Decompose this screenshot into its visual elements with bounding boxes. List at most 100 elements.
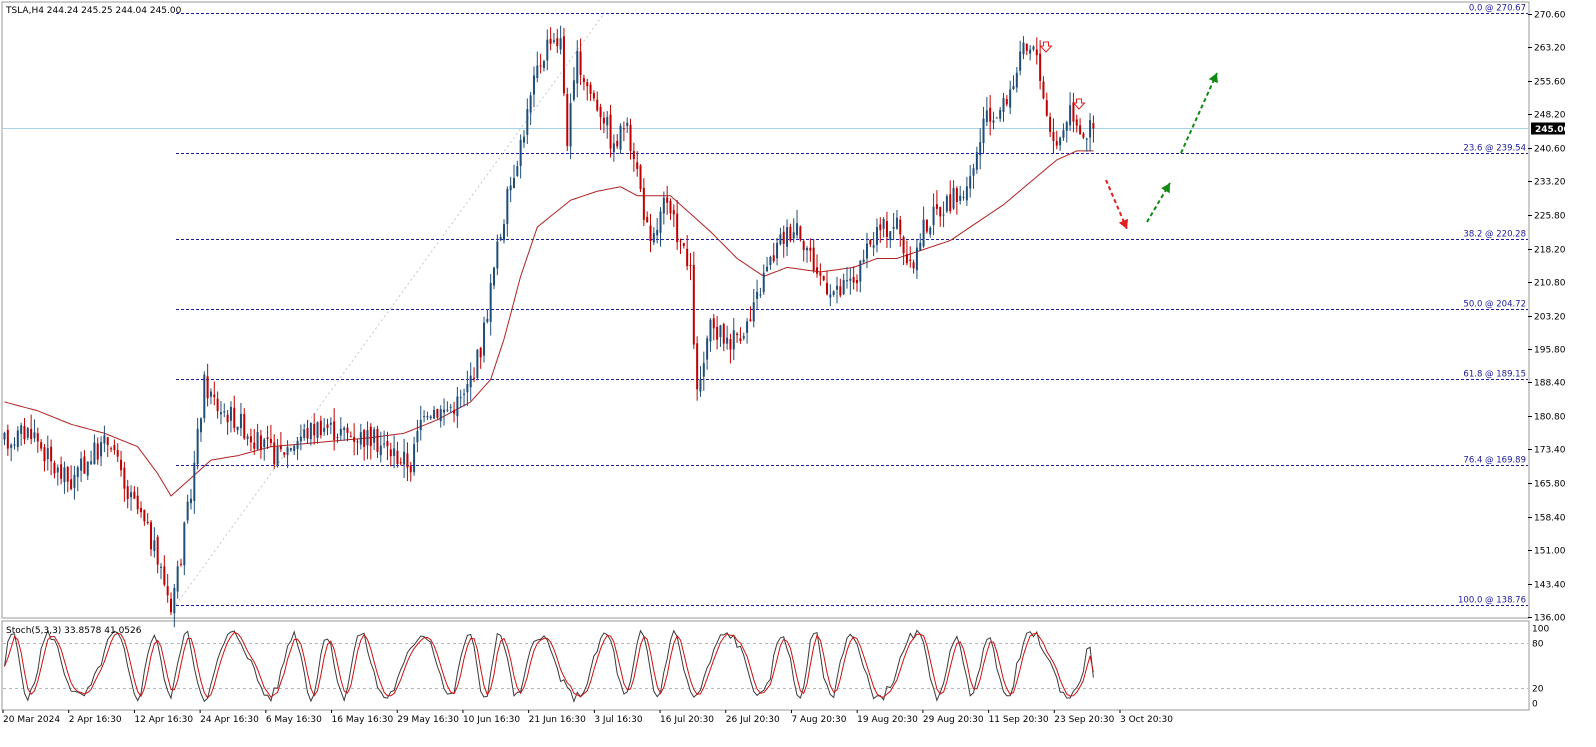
candle-body <box>686 248 689 267</box>
candle-body <box>1035 49 1038 56</box>
candle-body <box>532 75 535 95</box>
candle-body <box>463 393 466 395</box>
candle-body <box>243 414 246 439</box>
fib-level-label: 38.2 @ 220.28 <box>1463 230 1526 240</box>
candle-body <box>556 38 559 47</box>
candle-body <box>909 259 912 262</box>
candle-body <box>319 420 322 436</box>
candle-body <box>70 479 73 489</box>
candle-body <box>1015 72 1018 88</box>
candle-body <box>489 282 492 322</box>
candle-body <box>682 243 685 246</box>
candle-body <box>113 445 116 451</box>
candle-body <box>959 195 962 201</box>
candle-body <box>582 78 585 83</box>
candle <box>619 123 622 154</box>
candle-body <box>156 536 159 565</box>
candle-body <box>269 438 272 444</box>
candle-body <box>1032 46 1035 50</box>
candle-body <box>519 139 522 166</box>
stoch-tick-label: 20 <box>1532 685 1544 695</box>
time-tick-label: 29 May 16:30 <box>397 715 459 725</box>
candle-body <box>952 187 955 209</box>
candle-body <box>742 336 745 339</box>
candle-body <box>179 563 182 565</box>
candle-body <box>992 120 995 123</box>
candle-body <box>759 294 762 296</box>
candle-body <box>246 436 249 439</box>
candle-body <box>229 406 232 421</box>
candle-body <box>56 467 59 473</box>
candle-body <box>516 166 519 176</box>
candle-body <box>539 65 542 67</box>
candle-body <box>276 446 279 467</box>
candle-body <box>699 379 702 392</box>
candle-body <box>772 255 775 262</box>
candle <box>799 225 802 242</box>
candle-body <box>1062 130 1065 138</box>
candle-body <box>506 188 509 224</box>
candle-body <box>1082 133 1085 138</box>
candle-body <box>316 422 319 438</box>
candle-body <box>792 232 795 239</box>
price-tick-label: 188.40 <box>1534 379 1566 389</box>
candle-body <box>939 206 942 217</box>
time-tick-label: 21 Jun 16:30 <box>529 715 586 725</box>
candle-body <box>66 467 69 482</box>
candle-body <box>329 422 332 425</box>
candle-body <box>975 152 978 170</box>
candle-body <box>616 140 619 147</box>
candle <box>562 28 565 97</box>
candle-body <box>712 318 715 329</box>
candle-body <box>1079 125 1082 135</box>
candle-body <box>359 432 362 445</box>
candle-body <box>689 265 692 267</box>
candle-body <box>812 247 815 271</box>
candle-body <box>170 598 172 613</box>
candle-body <box>809 247 812 251</box>
candle-body <box>746 321 749 333</box>
price-chart-svg: 0.0 @ 270.67 23.6 @ 239.54 38.2 @ 220.28 50… <box>0 0 1596 743</box>
candle-body <box>196 428 199 465</box>
price-tick-label: 210.80 <box>1534 279 1566 289</box>
candle-body <box>1002 98 1005 113</box>
price-tick-label: 151.00 <box>1534 547 1566 557</box>
candle-body <box>509 185 512 191</box>
candle <box>203 371 206 423</box>
stoch-tick-label: 0 <box>1532 700 1538 710</box>
time-tick-label: 24 Apr 16:30 <box>200 715 259 725</box>
candle <box>476 349 479 381</box>
price-tick-label: 263.20 <box>1534 44 1566 54</box>
price-tick-label: 158.40 <box>1534 514 1566 524</box>
candle-body <box>459 397 462 399</box>
candle-body <box>1065 122 1068 131</box>
candle-body <box>376 428 379 452</box>
candle-body <box>126 486 129 500</box>
candle-body <box>512 177 515 188</box>
price-tick-label: 270.60 <box>1534 11 1566 21</box>
candle-body <box>299 436 302 442</box>
candle-body <box>209 391 212 397</box>
candle-body <box>393 448 396 456</box>
candle-body <box>819 272 822 276</box>
candle-body <box>259 435 262 450</box>
candle-body <box>356 441 359 443</box>
candle-body <box>323 427 326 432</box>
candle-body <box>885 221 888 237</box>
price-tick-label: 248.20 <box>1534 111 1566 121</box>
candle-body <box>576 50 579 84</box>
candle-body <box>363 430 366 447</box>
candle-body <box>236 426 239 431</box>
candle-body <box>353 436 356 442</box>
candle-body <box>882 219 885 229</box>
candle-body <box>786 227 789 247</box>
candle-body <box>1022 42 1025 55</box>
candle-body <box>366 430 369 446</box>
candle-body <box>769 256 772 266</box>
candle-body <box>416 431 419 443</box>
candle-body <box>852 276 855 283</box>
candle-body <box>1009 89 1012 108</box>
candle-body <box>932 206 935 226</box>
time-tick-label: 26 Jul 20:30 <box>726 715 780 725</box>
candle-body <box>659 211 662 233</box>
